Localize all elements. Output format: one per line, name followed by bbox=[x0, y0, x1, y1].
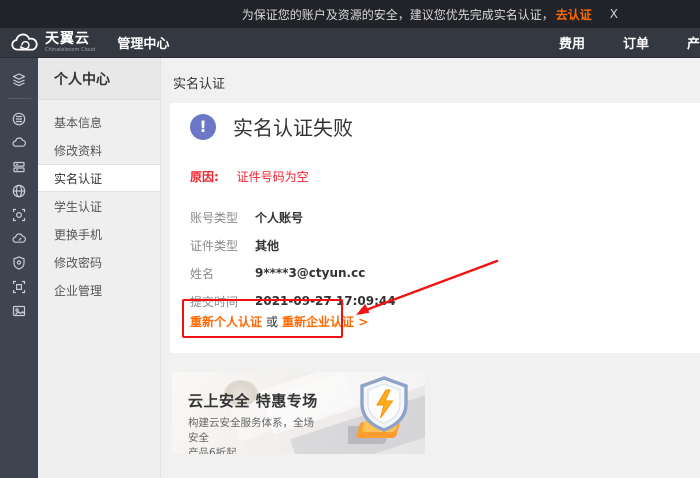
sidebar-item-enterprise-mgmt[interactable]: 企业管理 bbox=[38, 276, 160, 304]
scan-icon[interactable] bbox=[0, 203, 38, 227]
image-icon[interactable] bbox=[0, 299, 38, 323]
sidebar-item-student-auth[interactable]: 学生认证 bbox=[38, 192, 160, 220]
or-text: 或 bbox=[266, 313, 278, 330]
sidebar-item-change-password[interactable]: 修改密码 bbox=[38, 248, 160, 276]
shield-icon[interactable] bbox=[0, 251, 38, 275]
failure-reason: 原因: 证件号码为空 bbox=[190, 168, 700, 185]
banner-title: 云上安全 特惠专场 bbox=[188, 390, 318, 411]
cloud-logo-icon bbox=[10, 33, 40, 53]
detail-rows: 账号类型 个人账号 证件类型 其他 姓名 9****3@ctyun.cc 提交时… bbox=[170, 203, 700, 315]
row-name: 姓名 9****3@ctyun.cc bbox=[170, 259, 700, 287]
server-icon[interactable] bbox=[0, 155, 38, 179]
layers-icon[interactable] bbox=[0, 68, 38, 92]
status-title: 实名认证失败 bbox=[233, 112, 353, 141]
logo-title: 天翼云 bbox=[45, 32, 95, 46]
sidebar-title: 个人中心 bbox=[38, 58, 160, 100]
rail-divider bbox=[7, 98, 31, 99]
personal-reauth-link[interactable]: 重新个人认证 bbox=[190, 313, 262, 330]
globe-icon[interactable] bbox=[0, 179, 38, 203]
console-icon[interactable] bbox=[0, 107, 38, 131]
cloud-icon[interactable] bbox=[0, 131, 38, 155]
console-label[interactable]: 管理中心 bbox=[117, 33, 169, 52]
enterprise-reauth-link[interactable]: 重新企业认证 > bbox=[282, 313, 368, 330]
brand-logo[interactable]: 天翼云 Chinatelecom Cloud bbox=[10, 32, 95, 53]
sidebar-item-basic-info[interactable]: 基本信息 bbox=[38, 108, 160, 136]
shield-lightning-icon bbox=[348, 374, 420, 454]
nav-item-products[interactable]: 产 bbox=[687, 33, 700, 52]
cube-icon[interactable] bbox=[0, 275, 38, 299]
nav-item-orders[interactable]: 订单 bbox=[623, 33, 649, 52]
close-icon[interactable]: X bbox=[610, 7, 618, 21]
page-title: 实名认证 bbox=[161, 58, 700, 103]
icon-rail bbox=[0, 58, 38, 478]
exclamation-circle-icon: ! bbox=[190, 114, 216, 140]
security-promo-banner[interactable]: 云上安全 特惠专场 构建云安全服务体系，全场安全 产品6折起 bbox=[172, 372, 425, 454]
logo-subtitle: Chinatelecom Cloud bbox=[45, 48, 95, 53]
auth-result-card: ! 实名认证失败 原因: 证件号码为空 账号类型 个人账号 证件类型 其他 姓名… bbox=[170, 103, 700, 353]
reason-label: 原因: bbox=[190, 170, 219, 184]
sidebar-item-edit-profile[interactable]: 修改资料 bbox=[38, 136, 160, 164]
banner-body: 构建云安全服务体系，全场安全 产品6折起 bbox=[188, 416, 318, 454]
go-authenticate-link[interactable]: 去认证 bbox=[556, 6, 592, 23]
reauth-links: 重新个人认证 或 重新企业认证 > bbox=[190, 313, 368, 330]
notification-bar: 为保证您的账户及资源的安全，建议您优先完成实名认证， 去认证 X bbox=[0, 0, 700, 28]
notification-message: 为保证您的账户及资源的安全，建议您优先完成实名认证， bbox=[242, 6, 554, 23]
header-nav: 费用 订单 产 bbox=[521, 33, 700, 52]
main-content: 实名认证 ! 实名认证失败 原因: 证件号码为空 账号类型 个人账号 证件类型 … bbox=[161, 58, 700, 478]
row-account-type: 账号类型 个人账号 bbox=[170, 203, 700, 231]
row-submit-time: 提交时间 2021-09-27 17:09:44 bbox=[170, 287, 700, 315]
main-header: 天翼云 Chinatelecom Cloud 管理中心 费用 订单 产 bbox=[0, 28, 700, 58]
sidebar-item-realname-auth[interactable]: 实名认证 bbox=[38, 164, 160, 192]
cloud-gauge-icon[interactable] bbox=[0, 227, 38, 251]
nav-item-fees[interactable]: 费用 bbox=[559, 33, 585, 52]
sidebar-item-change-phone[interactable]: 更换手机 bbox=[38, 220, 160, 248]
reason-value: 证件号码为空 bbox=[237, 170, 309, 184]
personal-center-sidebar: 个人中心 基本信息 修改资料 实名认证 学生认证 更换手机 修改密码 企业管理 bbox=[38, 58, 161, 478]
row-id-type: 证件类型 其他 bbox=[170, 231, 700, 259]
